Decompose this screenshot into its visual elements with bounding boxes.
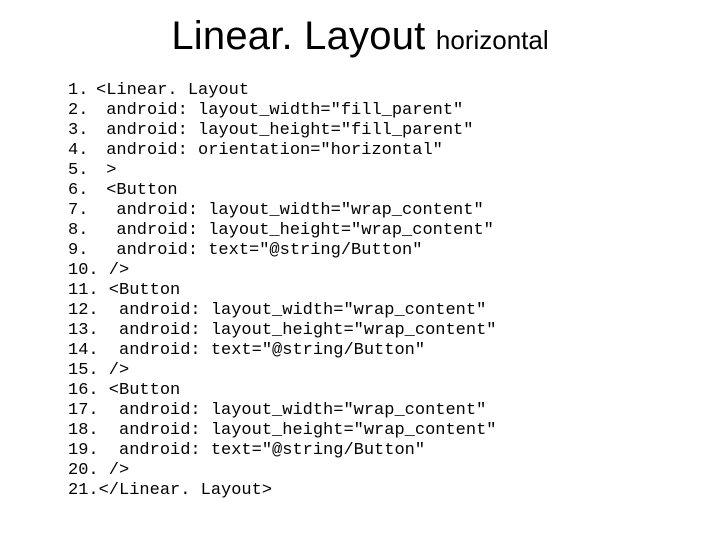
slide: Linear. Layout horizontal 1.<Linear. Lay…	[0, 0, 720, 540]
line-text: />	[99, 461, 130, 480]
line-number: 2.	[68, 101, 96, 121]
line-number: 11.	[68, 281, 99, 301]
code-line: 15. />	[68, 361, 680, 381]
line-number: 16.	[68, 381, 99, 401]
line-number: 20.	[68, 461, 99, 481]
code-line: 4. android: orientation="horizontal"	[68, 141, 680, 161]
slide-title: Linear. Layout horizontal	[40, 14, 680, 59]
line-number: 19.	[68, 441, 99, 461]
code-block: 1.<Linear. Layout 2. android: layout_wid…	[40, 81, 680, 501]
code-line: 21.</Linear. Layout>	[68, 481, 680, 501]
line-text: >	[96, 161, 116, 180]
code-line: 19. android: text="@string/Button"	[68, 441, 680, 461]
line-text: android: orientation="horizontal"	[96, 141, 443, 160]
line-text: android: layout_height="wrap_content"	[96, 221, 494, 240]
line-text: android: layout_width="wrap_content"	[99, 301, 487, 320]
title-sub: horizontal	[436, 25, 549, 55]
line-number: 5.	[68, 161, 96, 181]
code-line: 11. <Button	[68, 281, 680, 301]
line-number: 9.	[68, 241, 96, 261]
code-line: 9. android: text="@string/Button"	[68, 241, 680, 261]
line-number: 18.	[68, 421, 99, 441]
line-text: android: layout_height="wrap_content"	[99, 321, 497, 340]
line-number: 13.	[68, 321, 99, 341]
line-number: 1.	[68, 81, 96, 101]
line-number: 17.	[68, 401, 99, 421]
line-text: />	[99, 361, 130, 380]
code-line: 12. android: layout_width="wrap_content"	[68, 301, 680, 321]
line-text: android: text="@string/Button"	[99, 441, 425, 460]
line-text: />	[99, 261, 130, 280]
code-line: 10. />	[68, 261, 680, 281]
title-main: Linear. Layout	[171, 14, 425, 58]
line-number: 3.	[68, 121, 96, 141]
code-line: 5. >	[68, 161, 680, 181]
line-text: android: text="@string/Button"	[96, 241, 422, 260]
code-line: 17. android: layout_width="wrap_content"	[68, 401, 680, 421]
code-line: 1.<Linear. Layout	[68, 81, 680, 101]
line-number: 8.	[68, 221, 96, 241]
line-number: 10.	[68, 261, 99, 281]
line-text: </Linear. Layout>	[99, 481, 272, 500]
code-line: 7. android: layout_width="wrap_content"	[68, 201, 680, 221]
line-text: android: layout_width="fill_parent"	[96, 101, 463, 120]
code-line: 14. android: text="@string/Button"	[68, 341, 680, 361]
line-text: android: layout_width="wrap_content"	[99, 401, 487, 420]
line-number: 6.	[68, 181, 96, 201]
line-number: 14.	[68, 341, 99, 361]
code-line: 18. android: layout_height="wrap_content…	[68, 421, 680, 441]
code-line: 3. android: layout_height="fill_parent"	[68, 121, 680, 141]
code-line: 13. android: layout_height="wrap_content…	[68, 321, 680, 341]
line-text: android: layout_height="wrap_content"	[99, 421, 497, 440]
code-line: 2. android: layout_width="fill_parent"	[68, 101, 680, 121]
line-number: 7.	[68, 201, 96, 221]
line-number: 15.	[68, 361, 99, 381]
line-number: 21.	[68, 481, 99, 501]
line-text: android: text="@string/Button"	[99, 341, 425, 360]
code-line: 6. <Button	[68, 181, 680, 201]
line-number: 4.	[68, 141, 96, 161]
line-number: 12.	[68, 301, 99, 321]
line-text: <Button	[99, 281, 181, 300]
code-line: 20. />	[68, 461, 680, 481]
line-text: <Button	[99, 381, 181, 400]
code-line: 16. <Button	[68, 381, 680, 401]
code-line: 8. android: layout_height="wrap_content"	[68, 221, 680, 241]
line-text: <Linear. Layout	[96, 81, 249, 100]
line-text: android: layout_height="fill_parent"	[96, 121, 473, 140]
line-text: android: layout_width="wrap_content"	[96, 201, 484, 220]
line-text: <Button	[96, 181, 178, 200]
